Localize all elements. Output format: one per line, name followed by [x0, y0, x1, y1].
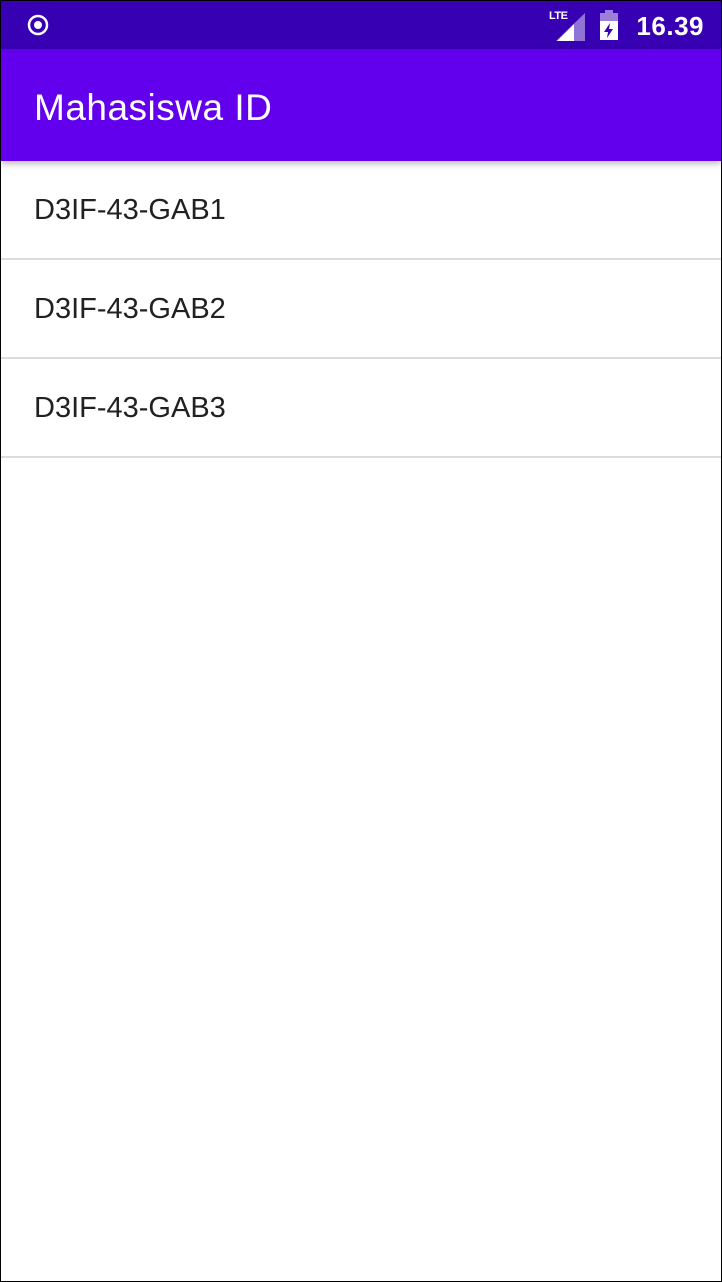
app-title: Mahasiswa ID — [34, 87, 273, 128]
list-item[interactable]: D3IF-43-GAB1 — [1, 161, 721, 260]
list-item-label: D3IF-43-GAB3 — [34, 392, 226, 424]
student-id-list: D3IF-43-GAB1 D3IF-43-GAB2 D3IF-43-GAB3 — [1, 161, 721, 458]
app-bar: Mahasiswa ID — [1, 49, 721, 161]
battery-charging-icon — [600, 10, 618, 40]
status-bar: LTE 16.39 — [1, 1, 721, 49]
record-circle-icon — [27, 14, 49, 36]
list-item-label: D3IF-43-GAB2 — [34, 293, 226, 325]
list-item[interactable]: D3IF-43-GAB2 — [1, 260, 721, 359]
cell-signal-icon — [556, 13, 585, 41]
app-screen: LTE 16.39 Mahasiswa ID D3IF-43-GAB1 D3IF… — [0, 0, 722, 1282]
status-time: 16.39 — [636, 11, 704, 41]
list-item[interactable]: D3IF-43-GAB3 — [1, 359, 721, 458]
list-item-label: D3IF-43-GAB1 — [34, 194, 226, 226]
